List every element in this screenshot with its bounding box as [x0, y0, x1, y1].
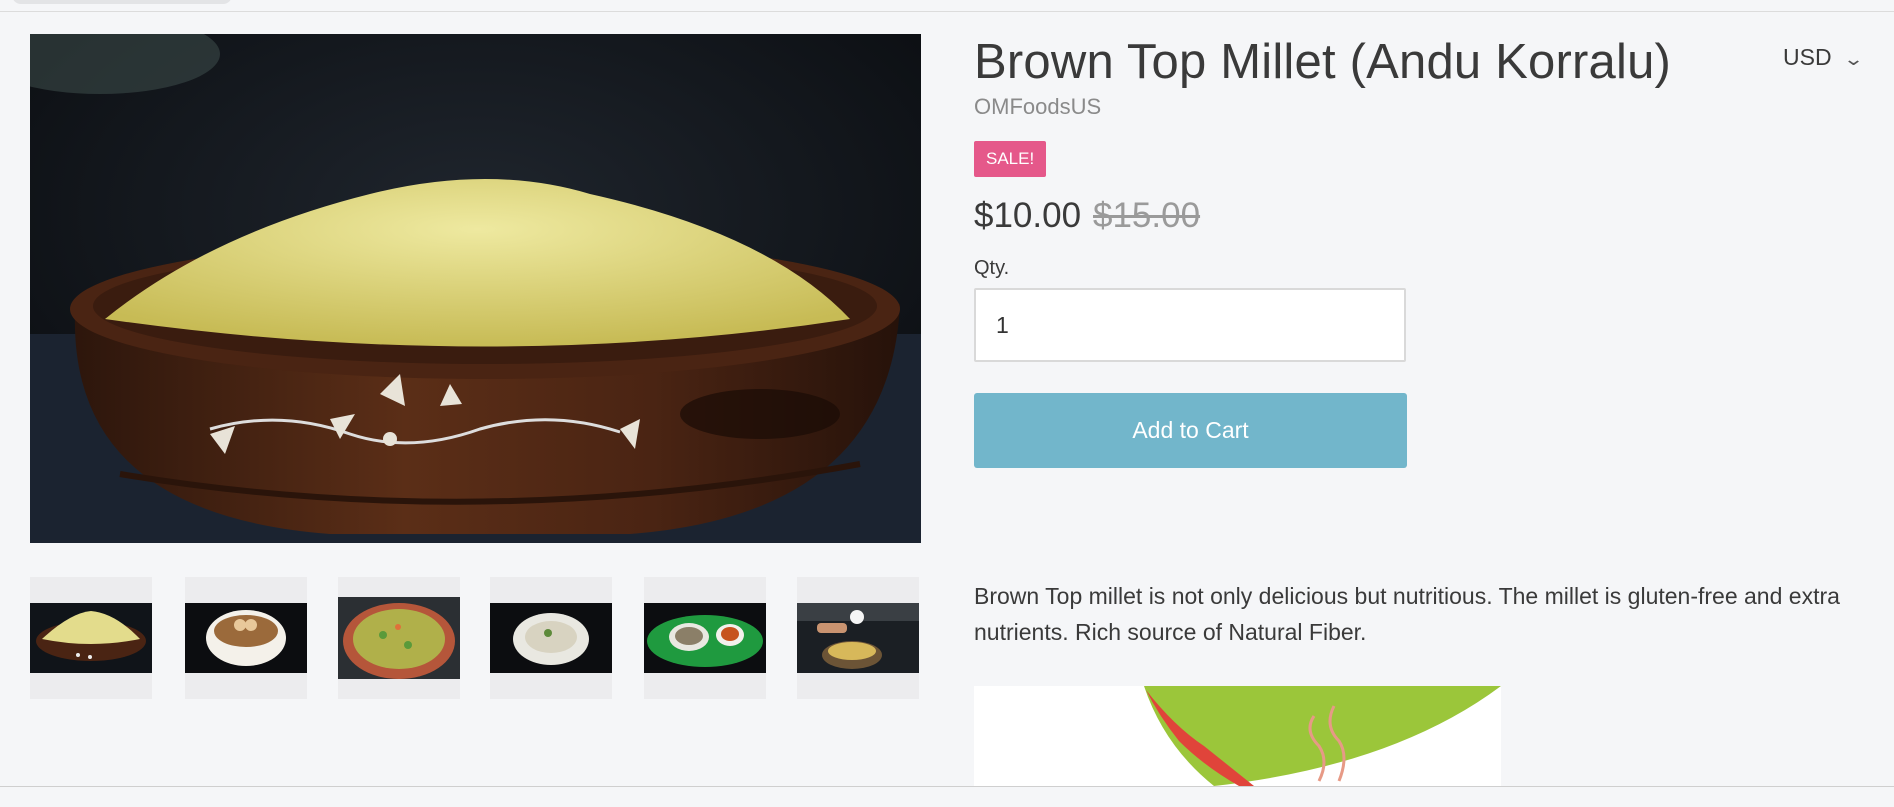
search-pill[interactable] — [12, 0, 232, 4]
thumbnail-3[interactable] — [338, 577, 460, 699]
thumbnail-5[interactable] — [644, 577, 766, 699]
quantity-label: Qty. — [974, 257, 1010, 279]
add-to-cart-button[interactable]: Add to Cart — [974, 393, 1407, 468]
currency-selector[interactable]: USD ⌄ — [1783, 44, 1864, 71]
thumbnail-4[interactable] — [490, 577, 612, 699]
thumbnail-6[interactable] — [797, 577, 919, 699]
product-vendor[interactable]: OMFoodsUS — [974, 94, 1101, 120]
compare-at-price: $15.00 — [1093, 196, 1201, 235]
description-image — [974, 686, 1501, 786]
product-title: Brown Top Millet (Andu Korralu) — [974, 35, 1672, 89]
main-product-image — [30, 34, 921, 543]
sale-badge: SALE! — [974, 141, 1047, 177]
chevron-down-icon: ⌄ — [1842, 49, 1864, 69]
quantity-input[interactable] — [974, 288, 1406, 362]
bottom-bar — [0, 786, 1894, 807]
thumbnail-2[interactable] — [185, 577, 307, 699]
top-bar — [0, 0, 1894, 12]
product-price: $10.00 — [974, 196, 1082, 235]
product-description: Brown Top millet is not only delicious b… — [974, 583, 1840, 645]
currency-value: USD — [1783, 44, 1832, 70]
thumbnail-1[interactable] — [30, 577, 152, 699]
